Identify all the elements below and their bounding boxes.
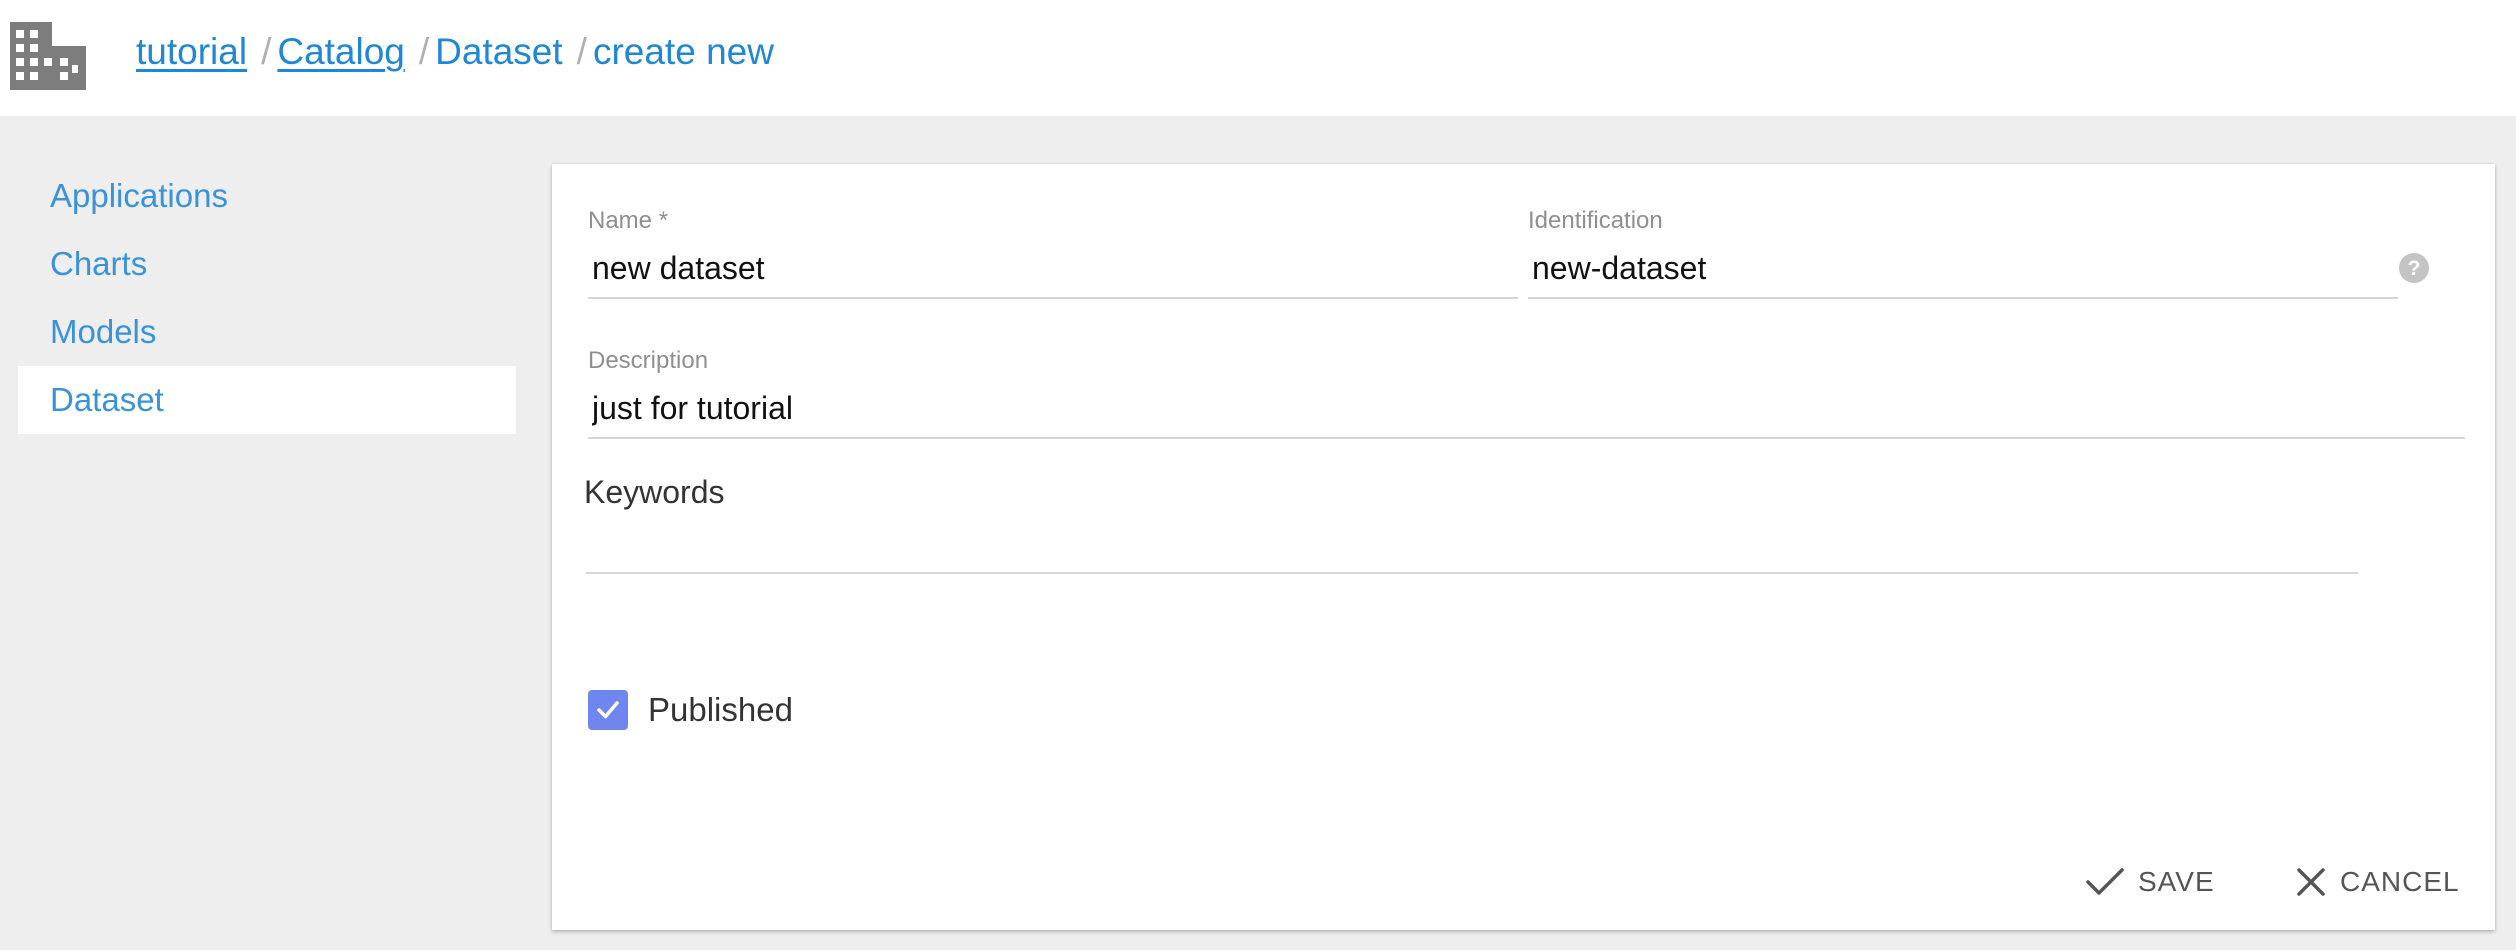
description-label: Description bbox=[588, 347, 709, 374]
sidebar-item-dataset[interactable]: Dataset bbox=[18, 366, 516, 434]
name-field-group: Name * bbox=[588, 206, 1518, 299]
svg-text:?: ? bbox=[2408, 257, 2421, 280]
help-circle-icon[interactable]: ? bbox=[2398, 252, 2430, 284]
save-label: SAVE bbox=[2138, 866, 2215, 897]
building-icon bbox=[10, 22, 86, 90]
dataset-form-card: Name * Identification ? Description Keyw… bbox=[552, 164, 2495, 930]
sidebar: Applications Charts Models Dataset bbox=[18, 162, 516, 434]
save-button[interactable]: SAVE bbox=[2086, 860, 2215, 904]
published-checkbox[interactable] bbox=[588, 690, 628, 730]
check-icon bbox=[597, 701, 619, 719]
cancel-label: CANCEL bbox=[2340, 866, 2460, 897]
description-field-group: Description bbox=[588, 346, 2465, 439]
name-label: Name * bbox=[588, 207, 669, 234]
breadcrumb: tutorial / Catalog / Dataset / create ne… bbox=[136, 24, 774, 80]
check-icon bbox=[2086, 868, 2124, 895]
breadcrumb-separator: / bbox=[261, 31, 272, 72]
keywords-input[interactable] bbox=[586, 516, 2358, 574]
breadcrumb-dataset[interactable]: Dataset bbox=[435, 31, 563, 73]
published-toggle[interactable]: Published bbox=[588, 690, 793, 730]
identification-field-group: Identification bbox=[1528, 206, 2398, 299]
description-input[interactable] bbox=[588, 382, 2465, 439]
breadcrumb-separator: / bbox=[418, 31, 430, 72]
published-label: Published bbox=[648, 691, 793, 728]
name-input[interactable] bbox=[588, 242, 1518, 299]
sidebar-item-applications[interactable]: Applications bbox=[18, 162, 516, 230]
breadcrumb-separator: / bbox=[576, 31, 587, 72]
breadcrumb-catalog[interactable]: Catalog bbox=[277, 31, 405, 73]
sidebar-item-models[interactable]: Models bbox=[18, 298, 516, 366]
sidebar-item-charts[interactable]: Charts bbox=[18, 230, 516, 298]
identification-label: Identification bbox=[1528, 207, 1663, 234]
top-bar: tutorial / Catalog / Dataset / create ne… bbox=[0, 0, 2516, 116]
keywords-label: Keywords bbox=[584, 474, 725, 510]
close-icon bbox=[2297, 868, 2325, 896]
breadcrumb-create-new: create new bbox=[592, 31, 774, 72]
cancel-button[interactable]: CANCEL bbox=[2296, 860, 2460, 904]
identification-input[interactable] bbox=[1528, 242, 2398, 299]
breadcrumb-tutorial[interactable]: tutorial bbox=[136, 31, 247, 73]
